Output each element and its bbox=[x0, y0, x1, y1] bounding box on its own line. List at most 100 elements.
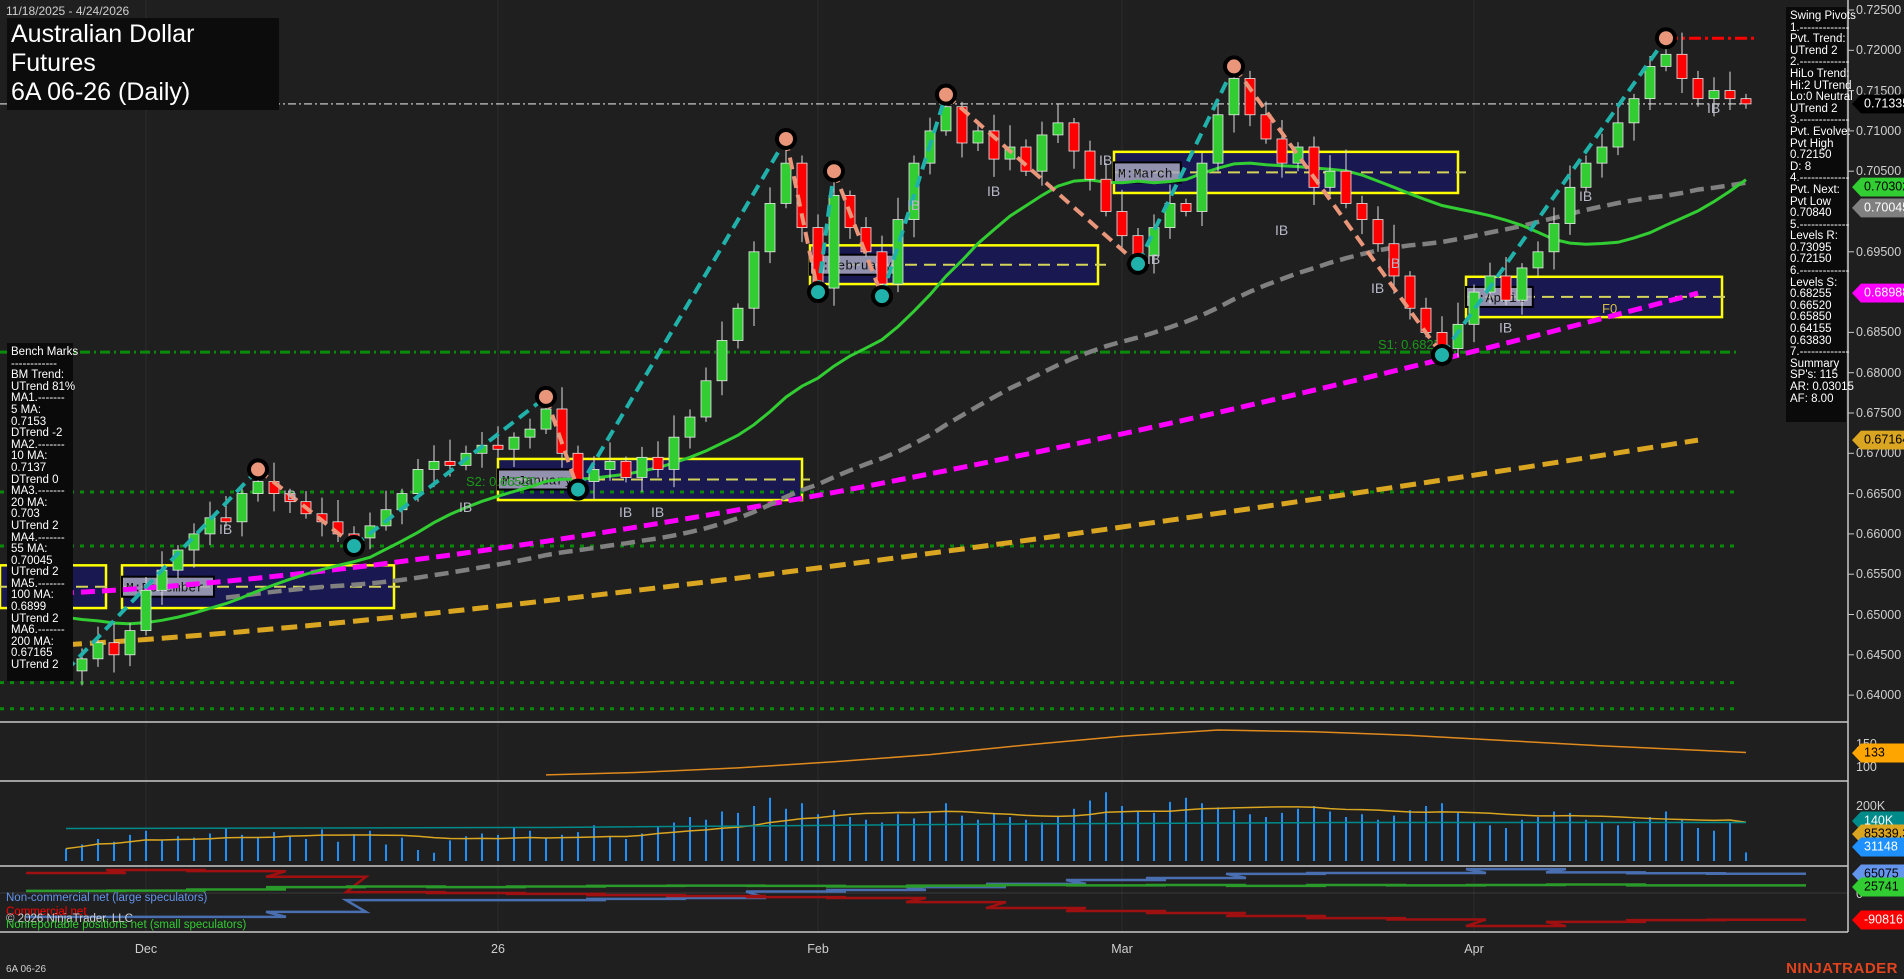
candle-down bbox=[556, 408, 568, 454]
ib-label: IB bbox=[907, 197, 920, 213]
month-label: M:March bbox=[1118, 166, 1173, 181]
ib-label: IB bbox=[1275, 222, 1288, 238]
candle-up bbox=[1660, 53, 1672, 67]
candle-up bbox=[700, 380, 712, 418]
candle-up bbox=[604, 460, 616, 470]
price-axis-label: 0.68500 bbox=[1856, 325, 1902, 340]
candle-up bbox=[1516, 267, 1528, 301]
pivot-low-marker bbox=[1127, 252, 1149, 275]
candle-up bbox=[1628, 98, 1640, 124]
pivot-high-marker bbox=[247, 458, 269, 481]
candle-up bbox=[636, 456, 648, 478]
ib-label: IB bbox=[619, 504, 632, 520]
volume-axis-200k: 200K bbox=[1856, 799, 1886, 813]
candle-down bbox=[1356, 203, 1368, 220]
price-badge: 0.70302 bbox=[1852, 177, 1904, 197]
candle-up bbox=[252, 481, 264, 495]
ib-label: IB bbox=[1099, 152, 1112, 168]
oscillator-panel bbox=[545, 729, 1747, 776]
price-axis-label: 0.67500 bbox=[1856, 406, 1902, 420]
candle-down bbox=[1180, 203, 1192, 212]
price-axis-label: 0.72500 bbox=[1856, 3, 1902, 17]
candle-up bbox=[76, 658, 88, 672]
candle-down bbox=[620, 460, 632, 478]
candle-down bbox=[1372, 219, 1384, 245]
price-axis-label: 0.72000 bbox=[1856, 43, 1902, 58]
candle-up bbox=[1580, 162, 1592, 188]
price-axis-label: 0.65500 bbox=[1856, 567, 1902, 582]
candle-up bbox=[1324, 170, 1336, 188]
x-axis-label-26: 26 bbox=[491, 942, 505, 956]
pivot-low-marker bbox=[871, 285, 893, 308]
candle-up bbox=[524, 428, 536, 438]
ib-label: IB bbox=[1387, 255, 1400, 271]
ma200-line bbox=[17, 437, 1699, 650]
chart-title: Australian Dollar Futures 6A 06-26 (Dail… bbox=[7, 18, 279, 110]
candle-up bbox=[684, 416, 696, 438]
price-axis-label: 0.69500 bbox=[1856, 244, 1902, 259]
zigzag-leg bbox=[576, 137, 788, 491]
pivot-low-marker bbox=[567, 478, 589, 501]
candle-up bbox=[764, 203, 776, 253]
candle-up bbox=[1564, 186, 1576, 224]
cot-commercial-line bbox=[26, 868, 1806, 928]
oscillator-line bbox=[545, 729, 1747, 776]
pivot-low-marker bbox=[807, 281, 829, 304]
candle-up bbox=[716, 340, 728, 382]
price-badge: 0.68988 bbox=[1852, 283, 1904, 303]
zigzag-leg bbox=[1232, 65, 1444, 357]
candle-up bbox=[124, 630, 136, 656]
candle-down bbox=[1084, 150, 1096, 180]
cot-panel bbox=[0, 867, 1848, 928]
open-interest-line bbox=[65, 821, 1746, 830]
candle-down bbox=[876, 251, 888, 285]
candle-up bbox=[1532, 251, 1544, 269]
candle-down bbox=[1724, 90, 1736, 100]
candle-up bbox=[428, 460, 440, 470]
contract-period: 6A 06-26 (Daily) bbox=[11, 78, 191, 106]
oscillator-badge: 133 bbox=[1852, 743, 1904, 763]
candle-up bbox=[508, 436, 520, 450]
price-axis-label: 0.70500 bbox=[1856, 164, 1902, 179]
candle-up bbox=[1708, 90, 1720, 100]
candle-down bbox=[1116, 211, 1128, 237]
candle-up bbox=[1596, 146, 1608, 164]
grid-lines bbox=[145, 0, 1854, 932]
candle-down bbox=[1740, 98, 1752, 105]
price-axis-label: 0.71000 bbox=[1856, 123, 1902, 138]
ib-label: IB bbox=[283, 487, 296, 503]
legend-nonreportable: Nonreportable positions net (small specu… bbox=[6, 919, 247, 931]
candle-up bbox=[1212, 114, 1224, 164]
pivot-high-marker bbox=[1655, 27, 1677, 50]
ib-label: IB bbox=[219, 521, 232, 537]
volume-badge: 31148 bbox=[1852, 837, 1904, 857]
price-badge: 0.71335 bbox=[1852, 94, 1904, 114]
candle-down bbox=[444, 460, 456, 466]
candle-down bbox=[652, 456, 664, 470]
bench-marks-panel: Bench Marks ------------ BM Trend: UTren… bbox=[7, 343, 78, 681]
price-badge: 0.70045 bbox=[1852, 198, 1904, 218]
price-axis-label: 0.66000 bbox=[1856, 526, 1902, 541]
pivot-high-marker bbox=[535, 385, 557, 408]
candle-down bbox=[492, 444, 504, 450]
candle-down bbox=[108, 642, 120, 656]
ib-label: IB bbox=[1147, 251, 1160, 267]
price-axis-label: 0.65000 bbox=[1856, 607, 1902, 622]
ib-label: IB bbox=[651, 504, 664, 520]
panel-frames bbox=[0, 0, 1849, 933]
candle-up bbox=[1196, 162, 1208, 212]
footer-symbol: 6A 06-26 bbox=[6, 964, 47, 975]
ninjatrader-logo: NINJATRADER bbox=[1786, 960, 1898, 977]
pivot-low-marker bbox=[1431, 343, 1453, 366]
candle-down bbox=[1276, 138, 1288, 164]
candle-down bbox=[1020, 146, 1032, 172]
price-chart[interactable]: M:DecemberM:JanuaryM:FebruaryM:MarchM:Ap… bbox=[0, 0, 1904, 979]
candle-up bbox=[748, 251, 760, 309]
x-axis-label-Apr: Apr bbox=[1464, 942, 1484, 956]
candle-up bbox=[972, 130, 984, 144]
ib-label: IB bbox=[459, 499, 472, 515]
candle-up bbox=[540, 408, 552, 430]
candle-up bbox=[668, 436, 680, 470]
price-axis-label: 0.64500 bbox=[1856, 647, 1902, 662]
candle-down bbox=[1068, 122, 1080, 152]
